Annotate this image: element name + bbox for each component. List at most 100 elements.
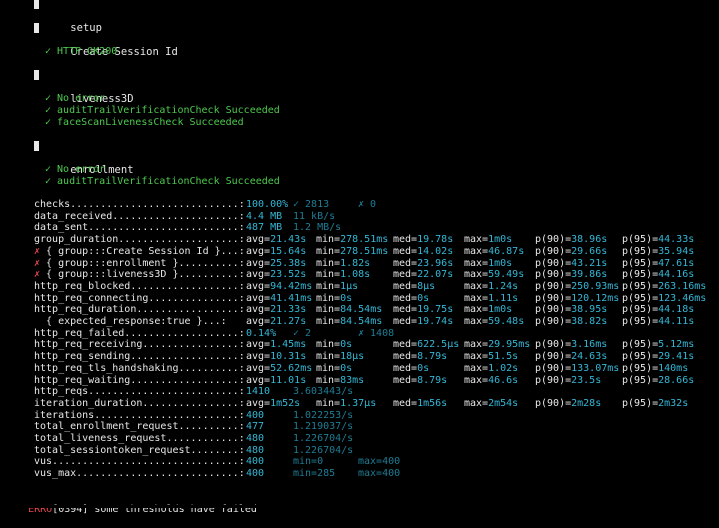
metric-value: avg=25.38s [246,257,307,269]
metric-value: med=19.74s [393,316,454,327]
metric-value: 400 [246,468,265,480]
metric-value: p(90)=38.95s [535,304,608,316]
metric-row: ✗ { group:::enrollment }..........: avg=2… [0,258,719,270]
metric-row: data_received.....................: 4.4 M… [0,211,719,223]
metric-row: http_req_failed...................: 0.14%… [0,328,719,340]
metric-value: med=14.02s [393,245,454,257]
metric-value: 1.219037/s [293,421,354,433]
metric-value: p(95)=44.16s [622,269,695,281]
metric-value: min=0s [316,292,353,304]
metric-value: min=285 [293,468,336,480]
metric-row: http_req_blocked..................: avg=9… [0,281,719,293]
metric-value: p(90)=250.93ms [535,280,620,292]
metric-value: avg=52.62ms [246,362,313,374]
metric-value: med=19.78s [393,234,454,246]
metric-value: 4.4 MB [246,210,283,222]
metric-row: vus_max...........................: 400 mi… [0,468,719,480]
metric-value: max=1m0s [464,304,513,316]
metric-name: http_req_waiting..................: [34,374,245,386]
group-marker-icon [34,141,39,151]
metric-value: p(90)=23.5s [535,374,602,386]
metric-name: vus...............................: [34,456,245,468]
metric-value: p(95)=44.11s [622,316,695,327]
metric-value: p(90)=120.12ms [535,292,620,304]
metric-row: ✗ { group:::Create Session Id }...: avg=1… [0,246,719,258]
group-marker-icon [34,0,39,9]
metric-value: med=1m56s [393,397,448,409]
metric-name: ✗ { group:::liveness3D }..........: [34,269,245,281]
metric-row: http_req_sending..................: avg=1… [0,351,719,363]
failed-threshold-icon: ✗ [34,257,47,269]
metric-value: p(90)=38.96s [535,234,608,246]
metric-row: http_req_connecting...............: avg=4… [0,293,719,305]
metric-row: { expected_response:true }...: avg=21.27s… [0,316,719,328]
metric-value: max=1m0s [464,257,513,269]
metric-value: p(90)=38.82s [535,316,608,327]
group-marker-icon [34,23,39,33]
metric-value: avg=15.64s [246,245,307,257]
metric-value: max=400 [358,468,401,480]
metric-row: http_req_waiting..................: avg=1… [0,375,719,387]
metric-row: http_req_receiving................: avg=1… [0,339,719,351]
metric-row: http_req_duration.................: avg=2… [0,304,719,316]
metric-value: avg=1m52s [246,397,301,409]
metric-value: med=0s [393,292,430,304]
metric-value: 480 [246,433,265,444]
metric-value: 11 kB/s [293,210,336,222]
metric-value: max=2m54s [464,397,519,409]
metric-value: avg=21.33s [246,304,307,316]
metric-name: data_received.....................: [34,210,245,222]
metric-name: total_sessiontoken_request........: [34,444,245,456]
metric-name: http_req_duration.................: [34,304,245,316]
metric-value: max=46.87s [464,245,525,257]
metric-row: iteration_duration................: avg=1… [0,398,719,410]
metric-name: http_reqs.........................: [34,386,245,398]
error-line: ERRO[0394] some thresholds have failed [4,492,257,515]
group-header: enrollment [34,140,134,176]
metric-value: 1.022253/s [293,409,354,421]
metric-value: p(90)=24.63s [535,351,608,363]
metric-name: total_liveness_request............: [34,433,245,444]
metric-value: max=59.49s [464,269,525,281]
metric-value: min=0 [293,456,324,468]
metric-value: min=278.51ms [316,245,389,257]
metric-value: min=0s [316,339,353,351]
metric-value: med=8µs [393,280,436,292]
metric-value: p(95)=2m32s [622,397,689,409]
metric-value: p(95)=44.18s [622,304,695,316]
metric-value: avg=41.41ms [246,292,313,304]
metric-value: min=83ms [316,374,365,386]
metric-value: 1.226704/s [293,444,354,456]
metric-value: p(95)=140ms [622,362,689,374]
metric-value: p(95)=47.61s [622,257,695,269]
metric-value: avg=10.31s [246,351,307,363]
metric-value: 1410 [246,386,271,398]
metric-value: 3.603443/s [293,386,354,398]
metric-value: med=8.79s [393,351,448,363]
metric-name: { expected_response:true }...: [34,316,227,327]
metric-row: group_duration....................: avg=2… [0,234,719,246]
metric-name: iterations........................: [34,409,245,421]
metric-name: data_sent.........................: [34,222,245,234]
metric-name: checks............................: [34,199,245,210]
metric-value: 1.226704/s [293,433,354,444]
metric-row: checks............................: 100.0… [0,199,719,211]
metric-value: p(95)=28.66s [622,374,695,386]
metric-row: http_req_tls_handshaking..........: avg=5… [0,363,719,375]
metric-value: 0.14% [246,327,277,339]
metric-name: http_req_receiving................: [34,339,245,351]
metric-value: avg=21.43s [246,234,307,246]
metric-value: 487 MB [246,222,283,234]
metric-value: max=1.24s [464,280,519,292]
metric-row: iterations........................: 400 1.… [0,410,719,422]
metric-name: ✗ { group:::Create Session Id }...: [34,245,245,257]
metric-value: ✗ 1408 [358,327,395,339]
check-result: ✓ No error [45,93,106,104]
group-header: liveness3D [34,69,134,105]
metric-value: p(95)=29.41s [622,351,695,363]
metric-row: vus...............................: 400 mi… [0,456,719,468]
metric-value: 100.00% [246,199,289,210]
metric-value: p(95)=35.94s [622,245,695,257]
metric-name: http_req_connecting...............: [34,292,245,304]
metric-value: p(90)=29.66s [535,245,608,257]
